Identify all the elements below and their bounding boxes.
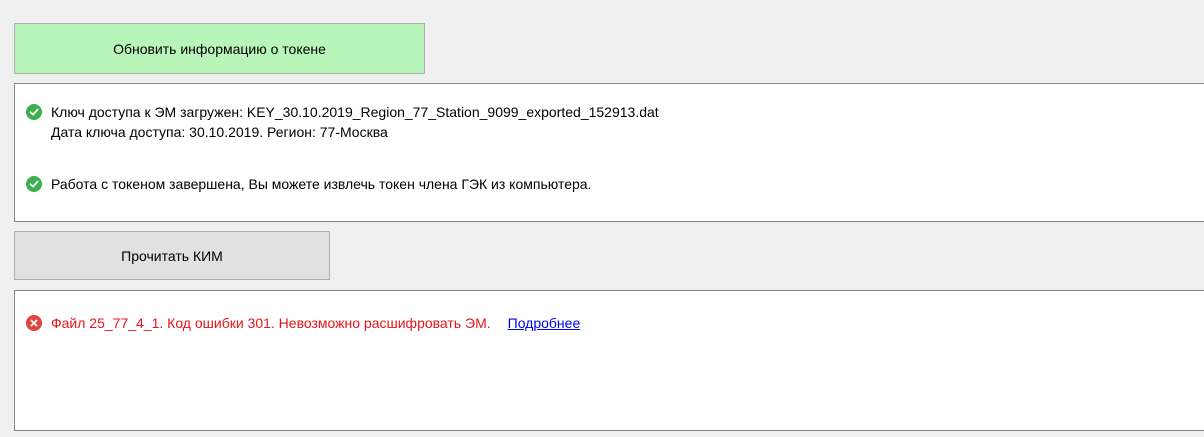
check-circle-icon [26,176,42,192]
read-kim-button[interactable]: Прочитать КИМ [14,231,330,280]
token-done-message: Работа с токеном завершена, Вы можете из… [26,174,591,194]
token-done-text: Работа с токеном завершена, Вы можете из… [51,176,592,192]
key-info-text: Дата ключа доступа: 30.10.2019. Регион: … [51,124,388,140]
token-status-panel: Ключ доступа к ЭМ загружен: KEY_30.10.20… [14,83,1204,222]
details-link[interactable]: Подробнее [508,315,581,331]
refresh-token-info-button[interactable]: Обновить информацию о токене [14,23,425,74]
key-loaded-text: Ключ доступа к ЭМ загружен: KEY_30.10.20… [51,104,659,120]
x-circle-icon [26,315,42,331]
check-circle-icon [26,104,42,120]
error-message-text: Файл 25_77_4_1. Код ошибки 301. Невозмож… [51,315,491,331]
key-loaded-message: Ключ доступа к ЭМ загружен: KEY_30.10.20… [26,102,659,142]
error-panel: Файл 25_77_4_1. Код ошибки 301. Невозмож… [14,290,1204,431]
refresh-token-info-label: Обновить информацию о токене [113,40,326,57]
read-kim-label: Прочитать КИМ [121,247,223,264]
error-message-row: Файл 25_77_4_1. Код ошибки 301. Невозмож… [26,313,580,333]
